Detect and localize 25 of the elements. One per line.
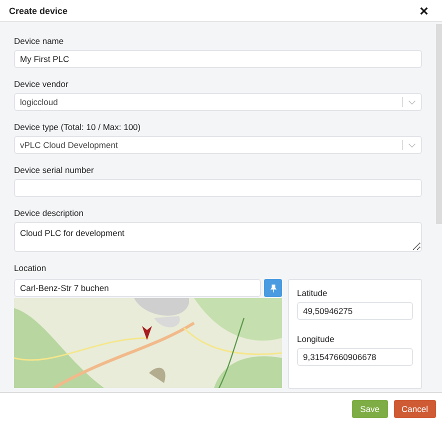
field-label: Device description	[14, 208, 84, 218]
select-field[interactable]: vPLC Cloud Development	[14, 136, 422, 154]
pin-icon	[270, 284, 276, 292]
scrollbar[interactable]	[436, 24, 442, 224]
textarea-field[interactable]: Cloud PLC for development	[14, 222, 422, 252]
close-icon[interactable]	[420, 6, 428, 14]
caret-icon	[408, 100, 416, 104]
map-marker-icon	[142, 326, 152, 340]
input-field[interactable]	[14, 179, 422, 197]
field-label: Device serial number	[14, 165, 95, 175]
input-field[interactable]: My First PLC	[14, 50, 422, 68]
dialog-title: Create device	[9, 6, 68, 16]
caret-icon	[408, 142, 416, 148]
input-field[interactable]: 9,31547660906678	[297, 348, 413, 366]
pin-button[interactable]	[264, 279, 282, 297]
address-field[interactable]: Carl-Benz-Str 7 buchen	[14, 279, 261, 297]
field-label: Device type (Total: 10 / Max: 100)	[14, 122, 142, 132]
select-field[interactable]: logiccloud	[14, 93, 422, 111]
field-label: Device vendor	[14, 79, 70, 89]
cancel-button[interactable]: Cancel	[394, 400, 436, 418]
field-label: Longitude	[297, 334, 336, 344]
field-label: Device name	[14, 36, 65, 46]
field-label: Location	[14, 263, 48, 273]
field-label: Latitude	[297, 288, 328, 298]
input-field[interactable]: 49,50946275	[297, 302, 413, 320]
